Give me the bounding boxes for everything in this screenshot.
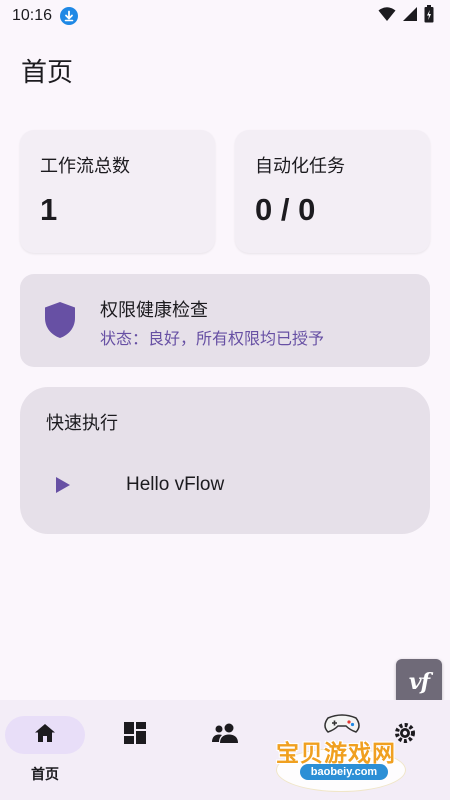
- people-icon: [210, 722, 240, 748]
- gamepad-icon: [322, 712, 362, 734]
- download-notification-icon: [60, 7, 79, 25]
- workflow-count-card[interactable]: 工作流总数 1: [20, 130, 215, 253]
- workflow-count-value: 1: [40, 192, 58, 227]
- shield-icon: [44, 301, 76, 339]
- quick-run-item-label: Hello vFlow: [126, 474, 225, 495]
- cell-signal-icon: [402, 6, 418, 27]
- dashboard-icon: [123, 721, 147, 749]
- status-right: [378, 4, 434, 28]
- automation-task-card[interactable]: 自动化任务 0 / 0: [235, 130, 430, 253]
- permission-health-card[interactable]: 权限健康检查 状态：良好，所有权限均已授予: [20, 274, 430, 367]
- floating-vf-button[interactable]: vf: [396, 659, 442, 705]
- nav-home-indicator: [5, 716, 85, 754]
- wifi-icon: [378, 6, 396, 27]
- status-time: 10:16: [12, 7, 53, 24]
- home-icon: [33, 721, 57, 749]
- permission-health-title: 权限健康检查: [100, 300, 208, 321]
- nav-home-label: 首页: [31, 767, 59, 783]
- nav-dashboard-indicator: [95, 716, 175, 754]
- page-title: 首页: [21, 58, 74, 88]
- watermark-logo: 宝贝游戏网 baobeiy.com: [270, 712, 420, 794]
- play-icon[interactable]: [50, 473, 74, 497]
- status-left: 10:16: [12, 7, 79, 25]
- nav-home[interactable]: 首页: [5, 714, 85, 784]
- nav-people[interactable]: [185, 714, 265, 784]
- quick-run-item[interactable]: Hello vFlow: [46, 465, 406, 505]
- watermark-url: baobeiy.com: [300, 764, 388, 780]
- quick-run-title: 快速执行: [46, 413, 118, 434]
- nav-people-indicator: [185, 716, 265, 754]
- permission-health-status: 状态：良好，所有权限均已授予: [100, 329, 325, 348]
- automation-task-value: 0 / 0: [255, 192, 316, 227]
- status-bar: 10:16: [0, 0, 450, 32]
- quick-run-card: 快速执行 Hello vFlow: [20, 387, 430, 534]
- nav-dashboard[interactable]: [95, 714, 175, 784]
- workflow-count-label: 工作流总数: [40, 156, 130, 177]
- vf-badge-label: vf: [408, 669, 430, 695]
- battery-icon: [424, 4, 434, 28]
- automation-task-label: 自动化任务: [255, 156, 345, 177]
- watermark-text: 宝贝游戏网: [276, 741, 396, 767]
